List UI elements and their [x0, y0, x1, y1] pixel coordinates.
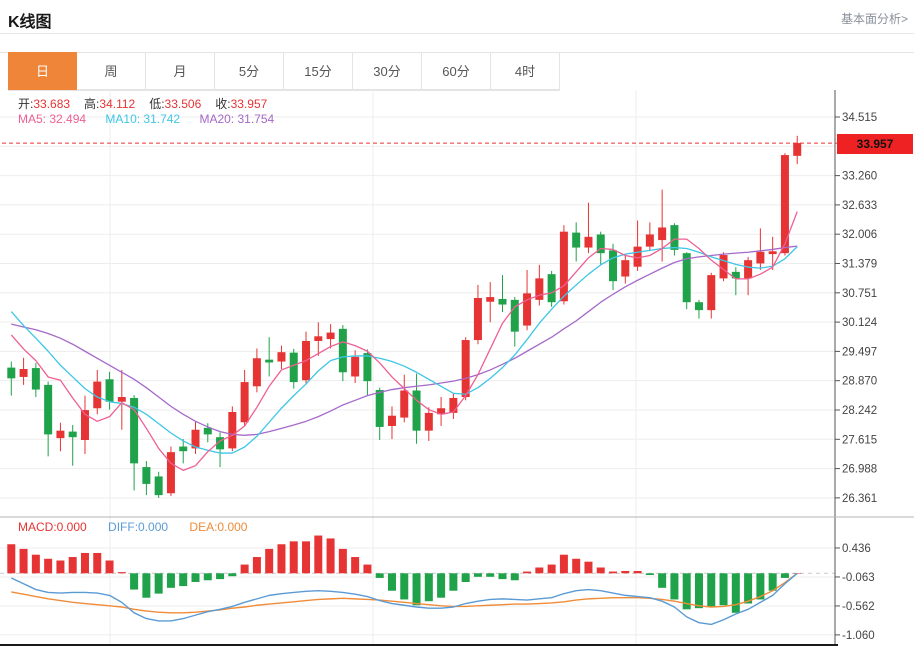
svg-text:-1.060: -1.060: [842, 630, 875, 642]
high-label: 高:: [84, 97, 99, 111]
svg-text:30.751: 30.751: [842, 288, 877, 300]
svg-text:28.870: 28.870: [842, 376, 877, 388]
ma5-value: MA5: 32.494: [18, 112, 86, 126]
ma-lines: [11, 212, 797, 471]
svg-text:32.006: 32.006: [842, 229, 877, 241]
ma10-value: MA10: 31.742: [105, 112, 180, 126]
low-value: 33.506: [165, 97, 202, 111]
macd-value: MACD:0.000: [18, 520, 87, 534]
open-label: 开:: [18, 97, 33, 111]
dea-value: DEA:0.000: [189, 520, 247, 534]
svg-text:27.615: 27.615: [842, 434, 877, 446]
ma20-value: MA20: 31.754: [199, 112, 274, 126]
low-label: 低:: [149, 97, 164, 111]
svg-text:-0.562: -0.562: [842, 601, 875, 613]
ma-legend: MA5: 32.494 MA10: 31.742 MA20: 31.754: [18, 112, 290, 126]
svg-text:26.361: 26.361: [842, 493, 877, 505]
macd-legend: MACD:0.000 DIFF:0.000 DEA:0.000: [18, 520, 265, 534]
svg-text:32.633: 32.633: [842, 200, 877, 212]
svg-text:28.242: 28.242: [842, 405, 877, 417]
kline-page: { "header": { "title": "K线图", "link": "基…: [0, 0, 914, 650]
svg-text:29.497: 29.497: [842, 346, 877, 358]
svg-text:34.515: 34.515: [842, 112, 877, 124]
high-value: 34.112: [99, 97, 135, 111]
axis: 34.515 33.260 32.633 32.006 31.379 30.751 30.1…: [0, 90, 914, 645]
candlesticks: [7, 136, 801, 498]
svg-text:-0.063: -0.063: [842, 572, 875, 584]
current-price-badge: 33.957: [837, 134, 913, 154]
svg-text:30.124: 30.124: [842, 317, 878, 329]
grid-lines: [0, 90, 835, 645]
macd-histogram: [7, 536, 801, 613]
close-label: 收:: [215, 97, 230, 111]
open-value: 33.683: [33, 97, 70, 111]
close-value: 33.957: [231, 97, 268, 111]
svg-text:31.379: 31.379: [842, 258, 877, 270]
svg-text:26.988: 26.988: [842, 464, 877, 476]
svg-text:0.436: 0.436: [842, 543, 871, 555]
diff-value: DIFF:0.000: [108, 520, 168, 534]
svg-text:33.260: 33.260: [842, 171, 877, 183]
ohlc-row: 开:33.683 高:34.112 低:33.506 收:33.957: [18, 95, 281, 112]
